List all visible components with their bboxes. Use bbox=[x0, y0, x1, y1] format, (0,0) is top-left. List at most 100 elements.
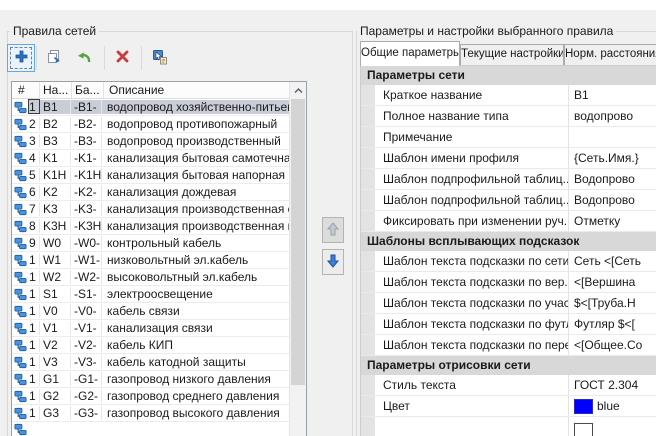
table-row[interactable]: 1B1-B1-водопровод хозяйственно-питьевой bbox=[12, 99, 289, 116]
property-row[interactable]: Шаблон текста подсказки по вер...<[Верши… bbox=[361, 272, 656, 293]
table-row[interactable]: 6K2-K2-канализация дождевая bbox=[12, 184, 289, 201]
row-base-name: -K3- bbox=[71, 202, 102, 216]
row-indent bbox=[361, 190, 375, 210]
property-row[interactable]: Шаблон подпрофильной таблиц...Водопрово bbox=[361, 190, 656, 211]
property-value[interactable]: <[Вершина bbox=[574, 275, 635, 289]
row-base-name: -S1- bbox=[71, 287, 102, 301]
undo-button[interactable] bbox=[70, 44, 98, 72]
table-row[interactable]: 12S1-S1-электроосвещение bbox=[12, 286, 289, 303]
move-rule-up-button[interactable] bbox=[322, 217, 344, 243]
row-number: 17 bbox=[29, 372, 40, 386]
row-number: 19 bbox=[29, 406, 40, 420]
toolbar-separator bbox=[141, 46, 142, 70]
property-row-partial[interactable] bbox=[361, 417, 656, 436]
row-short-name: K2 bbox=[40, 185, 71, 199]
row-short-name: G1 bbox=[40, 372, 71, 386]
property-row[interactable]: Примечание bbox=[361, 127, 656, 148]
row-base-name: -B2- bbox=[71, 117, 102, 131]
property-value[interactable]: водопрово bbox=[574, 109, 633, 123]
property-row[interactable]: Шаблон текста подсказки по футл...Футляр… bbox=[361, 314, 656, 335]
table-row[interactable]: 8K3H-K3H-канализация производственная н.… bbox=[12, 218, 289, 235]
assign-button[interactable] bbox=[146, 44, 174, 72]
row-description: газопровод среднего давления bbox=[102, 389, 289, 403]
column-header[interactable]: На... bbox=[40, 82, 72, 98]
row-indent bbox=[361, 335, 375, 355]
property-value[interactable]: Водопрово bbox=[574, 172, 635, 186]
network-rule-icon bbox=[12, 152, 29, 165]
scrollbar-thumb[interactable] bbox=[291, 99, 305, 385]
table-row[interactable]: 5K1H-K1H-канализация бытовая напорная bbox=[12, 167, 289, 184]
row-base-name: -V3- bbox=[71, 355, 102, 369]
row-description: водопровод противопожарный bbox=[102, 117, 289, 131]
row-description: водопровод хозяйственно-питьевой bbox=[102, 100, 289, 114]
property-value[interactable]: B1 bbox=[574, 88, 589, 102]
table-scrollbar[interactable] bbox=[289, 82, 306, 436]
property-value[interactable]: blue bbox=[597, 399, 620, 413]
add-button[interactable] bbox=[7, 44, 35, 72]
table-row[interactable]: 17G1-G1-газопровод низкого давления bbox=[12, 371, 289, 388]
property-value[interactable]: $<[Труба.Н bbox=[574, 296, 636, 310]
property-row[interactable]: Шаблон текста подсказки по учас...$<[Тру… bbox=[361, 293, 656, 314]
property-row[interactable]: Шаблон текста подсказки по пере...<[Обще… bbox=[361, 335, 656, 356]
property-row[interactable]: Цветblue bbox=[361, 396, 656, 417]
property-row[interactable]: Шаблон подпрофильной таблиц...Водопрово bbox=[361, 169, 656, 190]
property-label: Фиксировать при изменении руч... bbox=[375, 211, 569, 231]
row-base-name: -V2- bbox=[71, 338, 102, 352]
property-label: Полное название типа bbox=[375, 106, 569, 126]
column-header[interactable]: Описание bbox=[104, 82, 289, 98]
table-row[interactable]: 13V0-V0-кабель связи bbox=[12, 303, 289, 320]
table-row[interactable]: 18G2-G2-газопровод среднего давления bbox=[12, 388, 289, 405]
network-rule-icon bbox=[12, 203, 29, 216]
property-row[interactable]: Полное название типа водопрово bbox=[361, 106, 656, 127]
property-value[interactable]: {Сеть.Имя.} bbox=[574, 151, 639, 165]
table-row[interactable]: 16V3-V3-кабель катодной защиты bbox=[12, 354, 289, 371]
network-rule-icon bbox=[12, 220, 29, 233]
table-row[interactable]: 7K3-K3-канализация производственная с... bbox=[12, 201, 289, 218]
row-base-name: -W2- bbox=[71, 270, 102, 284]
move-rule-down-button[interactable] bbox=[322, 249, 344, 275]
tab-norm-distances[interactable]: Норм. расстояния bbox=[564, 44, 656, 66]
copy-button[interactable] bbox=[40, 44, 68, 72]
property-value[interactable]: Сеть <[Сеть bbox=[574, 254, 641, 268]
section-header: Шаблоны всплывающих подсказок bbox=[361, 232, 656, 251]
column-header[interactable]: # bbox=[12, 82, 40, 98]
table-row[interactable]: 10W1-W1-низковольтный эл.кабель bbox=[12, 252, 289, 269]
property-row[interactable]: Шаблон текста подсказки по сетиСеть <[Се… bbox=[361, 251, 656, 272]
property-row[interactable]: Стиль текстаГОСТ 2.304 bbox=[361, 375, 656, 396]
row-description: электроосвещение bbox=[102, 287, 289, 301]
row-number: 4 bbox=[29, 151, 40, 165]
section-header: Параметры сети bbox=[361, 66, 656, 85]
cursor-form-icon bbox=[152, 49, 168, 68]
tab-general-params[interactable]: Общие параметры bbox=[360, 41, 460, 66]
table-row[interactable]: 11W2-W2-высоковольтный эл.кабель bbox=[12, 269, 289, 286]
row-short-name: B2 bbox=[40, 117, 71, 131]
toolbar-separator bbox=[104, 46, 105, 70]
table-row[interactable]: 9W0-W0-контрольный кабель bbox=[12, 235, 289, 252]
network-rule-icon bbox=[12, 423, 29, 436]
scrollbar-up-icon[interactable] bbox=[290, 82, 306, 99]
property-value[interactable]: Футляр $<[ bbox=[574, 317, 635, 331]
column-header[interactable]: Ба... bbox=[72, 82, 104, 98]
table-row[interactable]: 3B3-B3-водопровод производственный bbox=[12, 133, 289, 150]
table-row[interactable]: 2B2-B2-водопровод противопожарный bbox=[12, 116, 289, 133]
table-row[interactable]: 15V2-V2-кабель КИП bbox=[12, 337, 289, 354]
table-row[interactable]: 4K1-K1-канализация бытовая самотечная bbox=[12, 150, 289, 167]
property-value[interactable]: Отметку bbox=[574, 214, 620, 228]
property-label: Примечание bbox=[375, 127, 569, 147]
property-value[interactable]: ГОСТ 2.304 bbox=[574, 378, 638, 392]
row-short-name: V2 bbox=[40, 338, 71, 352]
row-base-name: -V0- bbox=[71, 304, 102, 318]
property-value[interactable]: Водопрово bbox=[574, 193, 635, 207]
row-base-name: -G2- bbox=[71, 389, 102, 403]
delete-button[interactable] bbox=[108, 44, 136, 72]
property-row[interactable]: Фиксировать при изменении руч... Отметку bbox=[361, 211, 656, 232]
table-row[interactable]: 19G3-G3-газопровод высокого давления bbox=[12, 405, 289, 422]
table-row-partial[interactable] bbox=[12, 422, 289, 436]
property-value[interactable]: <[Общее.Со bbox=[574, 338, 642, 352]
tab-current-settings[interactable]: Текущие настройки bbox=[460, 44, 564, 66]
row-base-name: -G1- bbox=[71, 372, 102, 386]
property-row[interactable]: Краткое названиеB1 bbox=[361, 85, 656, 106]
property-row[interactable]: Шаблон имени профиля{Сеть.Имя.} bbox=[361, 148, 656, 169]
table-row[interactable]: 14V1-V1-канализация связи bbox=[12, 320, 289, 337]
down-arrow-icon bbox=[327, 254, 339, 271]
